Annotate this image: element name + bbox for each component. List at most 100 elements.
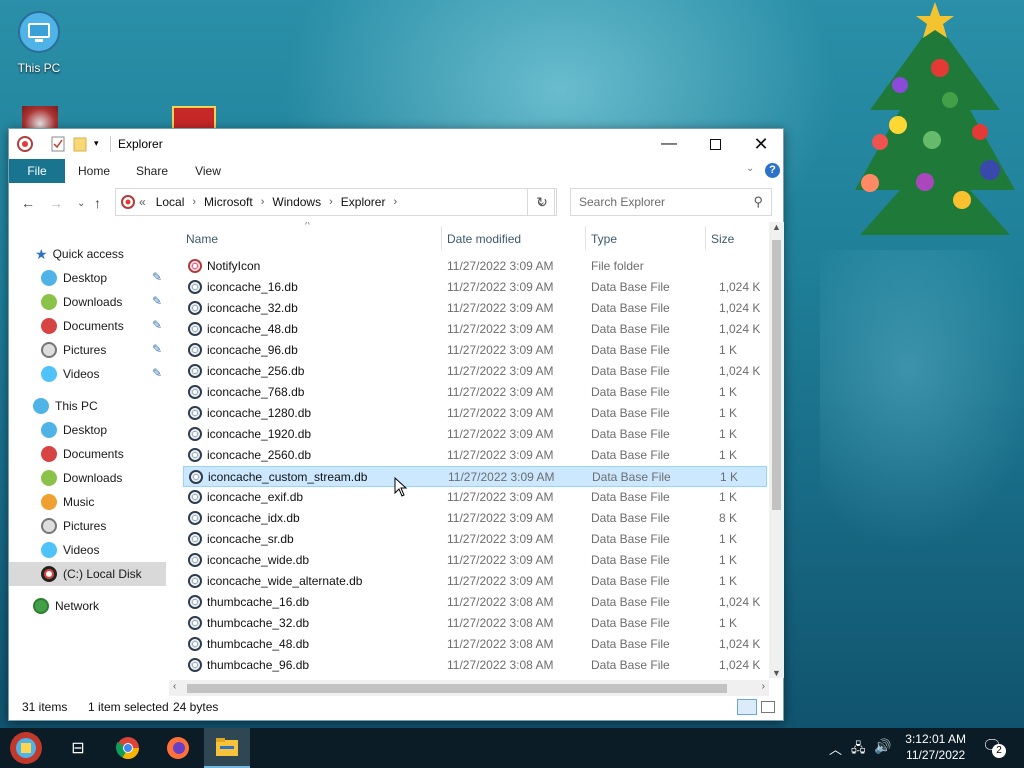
- tab-file[interactable]: File: [9, 159, 65, 183]
- tab-share[interactable]: Share: [129, 159, 175, 183]
- file-explorer-button[interactable]: [204, 728, 250, 768]
- table-row[interactable]: iconcache_custom_stream.db 11/27/2022 3:0…: [183, 466, 767, 487]
- nav-pc-desktop[interactable]: Desktop: [9, 418, 166, 442]
- table-row[interactable]: iconcache_768.db 11/27/2022 3:09 AM Data B…: [183, 382, 767, 403]
- scroll-right-icon[interactable]: ›: [762, 681, 765, 692]
- table-row[interactable]: iconcache_2560.db 11/27/2022 3:09 AM Data …: [183, 445, 767, 466]
- column-divider[interactable]: [585, 226, 586, 250]
- table-row[interactable]: iconcache_1920.db 11/27/2022 3:09 AM Data …: [183, 424, 767, 445]
- nav-quick-documents[interactable]: Documents ✎: [9, 314, 166, 338]
- scroll-thumb[interactable]: [187, 684, 727, 693]
- nav-quick-desktop[interactable]: Desktop ✎: [9, 266, 166, 290]
- breadcrumb-explorer[interactable]: Explorer: [341, 195, 386, 209]
- table-row[interactable]: thumbcache_96.db 11/27/2022 3:08 AM Data B…: [183, 655, 767, 676]
- search-box[interactable]: ⚲: [570, 188, 772, 216]
- nav-quick-downloads[interactable]: Downloads ✎: [9, 290, 166, 314]
- properties-icon[interactable]: [51, 136, 65, 152]
- pin-icon[interactable]: ✎: [152, 294, 166, 308]
- table-row[interactable]: thumbcache_48.db 11/27/2022 3:08 AM Data B…: [183, 634, 767, 655]
- title-bar[interactable]: ▾ Explorer — ✕: [9, 129, 783, 159]
- table-row[interactable]: iconcache_16.db 11/27/2022 3:09 AM Data Ba…: [183, 277, 767, 298]
- help-icon[interactable]: ?: [765, 163, 780, 178]
- refresh-button[interactable]: ↻: [527, 188, 557, 216]
- forward-arrow-icon[interactable]: →: [49, 195, 63, 211]
- column-divider[interactable]: [441, 226, 442, 250]
- table-row[interactable]: iconcache_96.db 11/27/2022 3:09 AM Data Ba…: [183, 340, 767, 361]
- chevron-right-icon[interactable]: ›: [192, 196, 196, 208]
- task-view-button[interactable]: ⊟: [58, 728, 98, 768]
- nav-pc-pictures[interactable]: Pictures: [9, 514, 166, 538]
- tab-home[interactable]: Home: [71, 159, 117, 183]
- search-input[interactable]: [579, 195, 739, 209]
- recent-locations-icon[interactable]: ⌄: [77, 198, 85, 209]
- nav-this-pc[interactable]: This PC: [9, 394, 166, 418]
- table-row[interactable]: iconcache_256.db 11/27/2022 3:09 AM Data B…: [183, 361, 767, 382]
- breadcrumb-windows[interactable]: Windows: [272, 195, 321, 209]
- scroll-down-icon[interactable]: ▼: [772, 668, 781, 678]
- customize-quick-access-icon[interactable]: ▾: [94, 138, 99, 154]
- nav-quick-access[interactable]: ★ Quick access: [9, 242, 166, 266]
- scroll-thumb[interactable]: [772, 240, 781, 510]
- scroll-up-icon[interactable]: ▲: [772, 222, 781, 232]
- nav-pc-music[interactable]: Music: [9, 490, 166, 514]
- table-row[interactable]: NotifyIcon 11/27/2022 3:09 AM File folder: [183, 256, 767, 277]
- minimize-button[interactable]: —: [646, 129, 692, 159]
- breadcrumb-microsoft[interactable]: Microsoft: [204, 195, 253, 209]
- nav-pc-downloads[interactable]: Downloads: [9, 466, 166, 490]
- table-row[interactable]: thumbcache_32.db 11/27/2022 3:08 AM Data B…: [183, 613, 767, 634]
- column-date-modified[interactable]: Date modified: [447, 232, 521, 246]
- clock[interactable]: 3:12:01 AM 11/27/2022: [905, 731, 966, 763]
- address-bar[interactable]: « Local › Microsoft › Windows › Explorer › ⌄: [115, 188, 555, 216]
- table-row[interactable]: thumbcache_16.db 11/27/2022 3:08 AM Data B…: [183, 592, 767, 613]
- pin-icon[interactable]: ✎: [152, 318, 166, 332]
- scroll-left-icon[interactable]: ‹: [173, 681, 176, 692]
- nav-quick-pictures[interactable]: Pictures ✎: [9, 338, 166, 362]
- table-row[interactable]: iconcache_wide.db 11/27/2022 3:09 AM Data …: [183, 550, 767, 571]
- pin-icon[interactable]: ✎: [152, 270, 166, 284]
- expand-ribbon-icon[interactable]: ⌄: [746, 163, 754, 174]
- table-row[interactable]: iconcache_exif.db 11/27/2022 3:09 AM Data …: [183, 487, 767, 508]
- breadcrumb-overflow[interactable]: «: [139, 195, 146, 209]
- up-arrow-icon[interactable]: ↑: [94, 195, 101, 211]
- column-type[interactable]: Type: [591, 232, 617, 246]
- table-row[interactable]: iconcache_1280.db 11/27/2022 3:09 AM Data …: [183, 403, 767, 424]
- start-button[interactable]: [4, 728, 48, 768]
- table-row[interactable]: iconcache_idx.db 11/27/2022 3:09 AM Data B…: [183, 508, 767, 529]
- search-icon[interactable]: ⚲: [753, 194, 763, 210]
- pin-icon[interactable]: ✎: [152, 366, 166, 380]
- volume-icon[interactable]: 🔊: [874, 738, 891, 755]
- nav-pc-local-disk[interactable]: (C:) Local Disk: [9, 562, 166, 586]
- column-divider[interactable]: [705, 226, 706, 250]
- nav-quick-videos[interactable]: Videos ✎: [9, 362, 166, 386]
- chevron-right-icon[interactable]: ›: [329, 196, 333, 208]
- column-header: ^ Name Date modified Type Size: [175, 222, 769, 254]
- action-center-button[interactable]: 🗨 2: [982, 736, 1006, 758]
- chrome-button[interactable]: [108, 728, 148, 768]
- pin-icon[interactable]: ✎: [152, 342, 166, 356]
- network-tray-icon[interactable]: 🖧: [851, 739, 866, 761]
- tab-view[interactable]: View: [185, 159, 231, 183]
- column-size[interactable]: Size: [711, 232, 734, 246]
- large-icons-view-icon[interactable]: [761, 701, 775, 713]
- desktop-icon-this-pc[interactable]: This PC: [12, 10, 66, 75]
- chevron-right-icon[interactable]: ›: [393, 196, 397, 208]
- details-view-icon[interactable]: [737, 699, 757, 715]
- vertical-scrollbar[interactable]: ▲ ▼: [769, 222, 784, 678]
- close-button[interactable]: ✕: [738, 129, 784, 159]
- nav-network[interactable]: Network: [9, 594, 166, 618]
- new-folder-icon[interactable]: [73, 136, 87, 152]
- table-row[interactable]: iconcache_sr.db 11/27/2022 3:09 AM Data Ba…: [183, 529, 767, 550]
- show-hidden-icons-icon[interactable]: ︿: [829, 739, 842, 758]
- firefox-button[interactable]: [158, 728, 198, 768]
- table-row[interactable]: iconcache_48.db 11/27/2022 3:09 AM Data Ba…: [183, 319, 767, 340]
- app-icon[interactable]: [17, 136, 33, 152]
- column-name[interactable]: Name: [186, 232, 218, 246]
- table-row[interactable]: iconcache_32.db 11/27/2022 3:09 AM Data Ba…: [183, 298, 767, 319]
- chevron-right-icon[interactable]: ›: [261, 196, 265, 208]
- maximize-button[interactable]: [692, 129, 738, 159]
- table-row[interactable]: iconcache_wide_alternate.db 11/27/2022 3:…: [183, 571, 767, 592]
- back-arrow-icon[interactable]: ←: [21, 195, 35, 211]
- nav-pc-videos[interactable]: Videos: [9, 538, 166, 562]
- breadcrumb-local[interactable]: Local: [156, 195, 185, 209]
- nav-pc-documents[interactable]: Documents: [9, 442, 166, 466]
